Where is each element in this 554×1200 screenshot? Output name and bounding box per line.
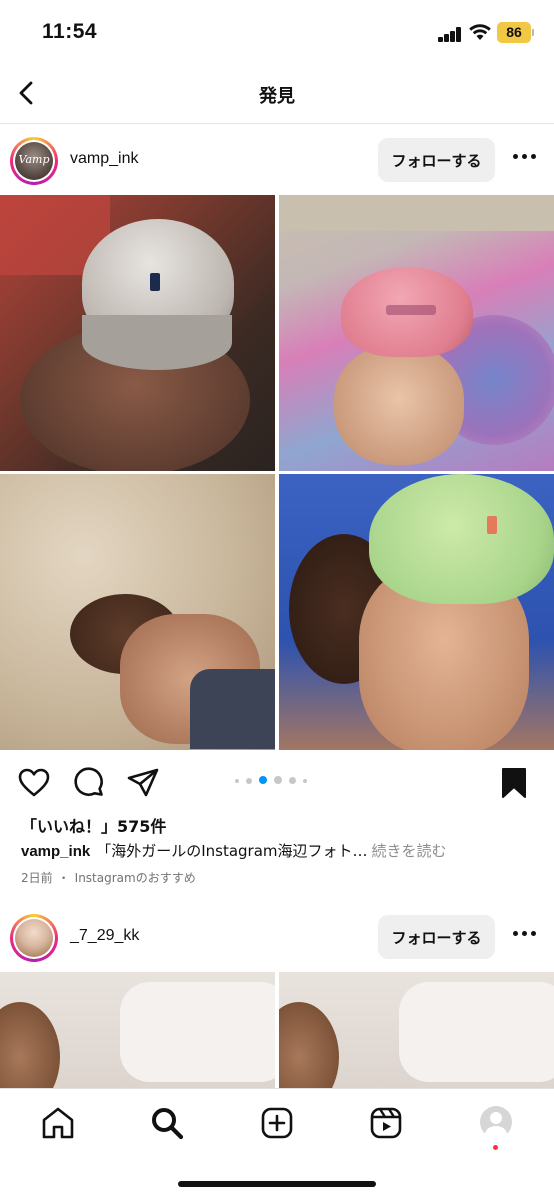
post-header: Vamp vamp_ink フォローする	[0, 124, 554, 196]
meta-separator: ・	[57, 871, 70, 885]
avatar-logo-text: Vamp	[18, 153, 50, 166]
caption: vamp_ink 「海外ガールのInstagram海辺フォト… 続きを読む	[21, 840, 541, 861]
caption-text: 「海外ガールのInstagram海辺フォト…	[96, 842, 368, 860]
status-time: 11:54	[42, 20, 98, 43]
reels-icon[interactable]	[368, 1105, 404, 1141]
photo-top-left	[0, 195, 275, 471]
bookmark-icon[interactable]	[497, 766, 531, 800]
battery-tip	[532, 29, 534, 36]
wifi-icon	[469, 24, 491, 40]
cellular-signal-icon	[438, 26, 462, 42]
more-options-icon[interactable]	[511, 154, 537, 162]
post-image[interactable]	[0, 195, 554, 750]
home-indicator	[178, 1181, 376, 1187]
avatar[interactable]: Vamp	[10, 137, 58, 185]
page-title: 発見	[259, 86, 295, 107]
post-time: 2日前	[21, 871, 53, 885]
caption-username[interactable]: vamp_ink	[21, 843, 90, 860]
likes-count[interactable]: 「いいね！」575件	[21, 813, 166, 837]
comment-icon[interactable]	[72, 766, 106, 800]
create-icon[interactable]	[259, 1105, 295, 1141]
username[interactable]: _7_29_kk	[70, 927, 139, 945]
follow-button[interactable]: フォローする	[378, 915, 495, 959]
read-more-link[interactable]: 続きを読む	[372, 842, 447, 860]
more-options-icon[interactable]	[511, 931, 537, 939]
share-icon[interactable]	[126, 766, 160, 800]
home-icon[interactable]	[40, 1105, 76, 1141]
photo-bottom-right	[279, 474, 554, 750]
follow-button[interactable]: フォローする	[378, 138, 495, 182]
battery-indicator: 86	[497, 22, 531, 43]
profile-avatar[interactable]	[480, 1106, 512, 1138]
post-image-preview[interactable]	[279, 972, 554, 1088]
post-actions	[0, 760, 554, 808]
heart-icon[interactable]	[17, 766, 51, 800]
photo-bottom-left	[0, 474, 275, 750]
post-meta: 2日前・ Instagramのおすすめ	[21, 869, 196, 886]
status-bar: 11:54 86	[0, 0, 554, 62]
username[interactable]: vamp_ink	[70, 150, 138, 168]
post-header: _7_29_kk フォローする	[0, 901, 554, 973]
search-icon[interactable]	[149, 1105, 185, 1141]
avatar[interactable]	[10, 914, 58, 962]
nav-header: 発見	[0, 62, 554, 124]
photo-top-right	[279, 195, 554, 471]
post-image-preview[interactable]	[0, 972, 275, 1088]
recommendation-source: Instagramのおすすめ	[74, 871, 196, 885]
carousel-indicator	[233, 776, 323, 786]
notification-dot	[493, 1145, 498, 1150]
